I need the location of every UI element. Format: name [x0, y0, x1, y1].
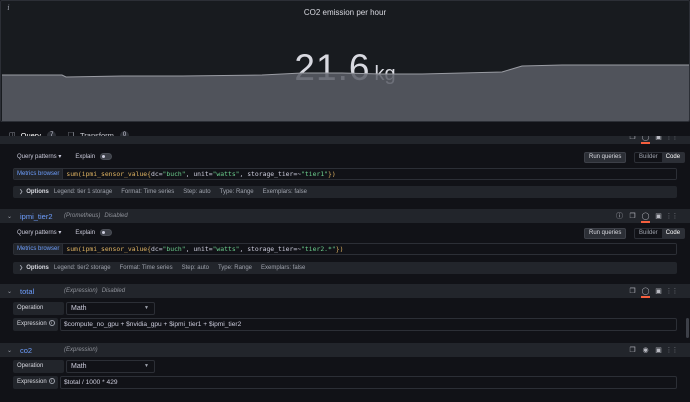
drag-handle-icon[interactable]: ⋮⋮	[665, 212, 679, 220]
scrollbar-thumb[interactable]	[686, 318, 689, 338]
panel-preview: i CO2 emission per hour 21.6kg	[0, 0, 690, 122]
expression-input[interactable]: $total / 1000 * 429	[60, 376, 677, 389]
code-button[interactable]: Code	[661, 229, 685, 238]
query1-options[interactable]: ❯ Options Legend: tier 1 storage Format:…	[13, 186, 677, 198]
operation-label: Operation	[13, 360, 64, 373]
builder-code-switch: Builder Code	[634, 152, 686, 163]
datasource-label: (Expression)	[64, 347, 98, 353]
builder-button[interactable]: Builder	[635, 229, 662, 238]
query2-options[interactable]: ❯ Options Legend: tier2 storage Format: …	[13, 262, 677, 274]
sparkline	[2, 64, 689, 121]
chevron-down-icon: ▼	[144, 305, 149, 311]
chevron-right-icon: ❯	[19, 189, 24, 195]
query-name[interactable]: co2	[20, 346, 55, 355]
trash-icon[interactable]: ▣	[652, 346, 665, 354]
drag-handle-icon[interactable]: ⋮⋮	[665, 136, 679, 141]
explain-toggle[interactable]: Explain	[75, 228, 113, 239]
hide-icon[interactable]: ◯	[639, 287, 652, 298]
drag-handle-icon[interactable]: ⋮⋮	[665, 287, 679, 295]
datasource-label: (Prometheus)	[64, 213, 101, 219]
explain-toggle[interactable]: Explain	[75, 152, 113, 163]
query-header-ipmi-tier2[interactable]: ⌄ ipmi_tier2 (Prometheus) Disabled ⓘ ❐ ◯…	[0, 209, 690, 223]
run-queries-button[interactable]: Run queries	[584, 228, 627, 239]
metrics-browser-button[interactable]: Metrics browser	[14, 244, 64, 254]
query-header-total[interactable]: ⌄ total (Expression) Disabled ❐ ◯ ▣ ⋮⋮	[0, 284, 690, 298]
query1-toolbar: Query patterns ▾ Explain	[17, 152, 113, 163]
status-label: Disabled	[104, 213, 128, 219]
query-patterns-dropdown[interactable]: Query patterns ▾	[17, 228, 61, 239]
builder-button[interactable]: Builder	[635, 153, 662, 162]
metrics-browser-button[interactable]: Metrics browser	[14, 169, 64, 179]
expression-input[interactable]: $compute_no_gpu + $nvidia_gpu + $ipmi_ti…	[60, 318, 677, 331]
chevron-down-icon[interactable]: ⌄	[7, 213, 15, 220]
help-icon[interactable]: ⓘ	[613, 211, 626, 221]
query1-expression-editor: Metrics browser sum(ipmi_sensor_value{dc…	[13, 168, 677, 180]
query2-expression-editor: Metrics browser sum(ipmi_sensor_value{dc…	[13, 243, 677, 255]
query-name[interactable]: ipmi_tier2	[20, 212, 55, 221]
trash-icon[interactable]: ▣	[652, 136, 665, 141]
chevron-down-icon[interactable]: ⌄	[7, 288, 15, 295]
trash-icon[interactable]: ▣	[652, 287, 665, 295]
expression-label: Expression i	[13, 318, 58, 331]
promql-input[interactable]: sum(ipmi_sensor_value{dc="buch", unit="w…	[63, 244, 676, 254]
status-label: Disabled	[101, 288, 126, 294]
chevron-down-icon[interactable]: ⌄	[7, 347, 15, 354]
query-name[interactable]: total	[20, 287, 55, 296]
code-button[interactable]: Code	[661, 153, 685, 162]
run-queries-button[interactable]: Run queries	[584, 152, 627, 163]
hide-icon[interactable]: ◯	[639, 136, 652, 144]
expression-label: Expression i	[13, 376, 58, 389]
query-patterns-dropdown[interactable]: Query patterns ▾	[17, 152, 61, 163]
builder-code-switch: Builder Code	[634, 228, 686, 239]
chevron-right-icon: ❯	[19, 265, 24, 271]
operation-select[interactable]: Math ▼	[66, 302, 155, 315]
operation-label: Operation	[13, 302, 64, 315]
datasource-label: (Expression)	[64, 288, 98, 294]
query2-toolbar: Query patterns ▾ Explain	[17, 228, 113, 239]
query-header-co2[interactable]: ⌄ co2 (Expression) ❐ ◉ ▣ ⋮⋮	[0, 343, 690, 357]
operation-select[interactable]: Math ▼	[66, 360, 155, 373]
info-icon: i	[48, 378, 55, 385]
copy-icon[interactable]: ❐	[626, 287, 639, 295]
hide-icon[interactable]: ◯	[639, 212, 652, 223]
panel-title: CO2 emission per hour	[303, 8, 387, 17]
copy-icon[interactable]: ❐	[626, 212, 639, 220]
promql-input[interactable]: sum(ipmi_sensor_value{dc="buch", unit="w…	[63, 169, 676, 179]
chevron-down-icon: ▼	[144, 363, 149, 369]
query-header-ipmi-tier1[interactable]: ❐ ◯ ▣ ⋮⋮	[0, 136, 690, 144]
scrollbar[interactable]	[685, 126, 689, 402]
eye-icon[interactable]: ◉	[639, 346, 652, 354]
drag-handle-icon[interactable]: ⋮⋮	[665, 346, 679, 354]
trash-icon[interactable]: ▣	[652, 212, 665, 220]
info-icon: i	[48, 320, 55, 327]
copy-icon[interactable]: ❐	[626, 136, 639, 141]
copy-icon[interactable]: ❐	[626, 346, 639, 354]
